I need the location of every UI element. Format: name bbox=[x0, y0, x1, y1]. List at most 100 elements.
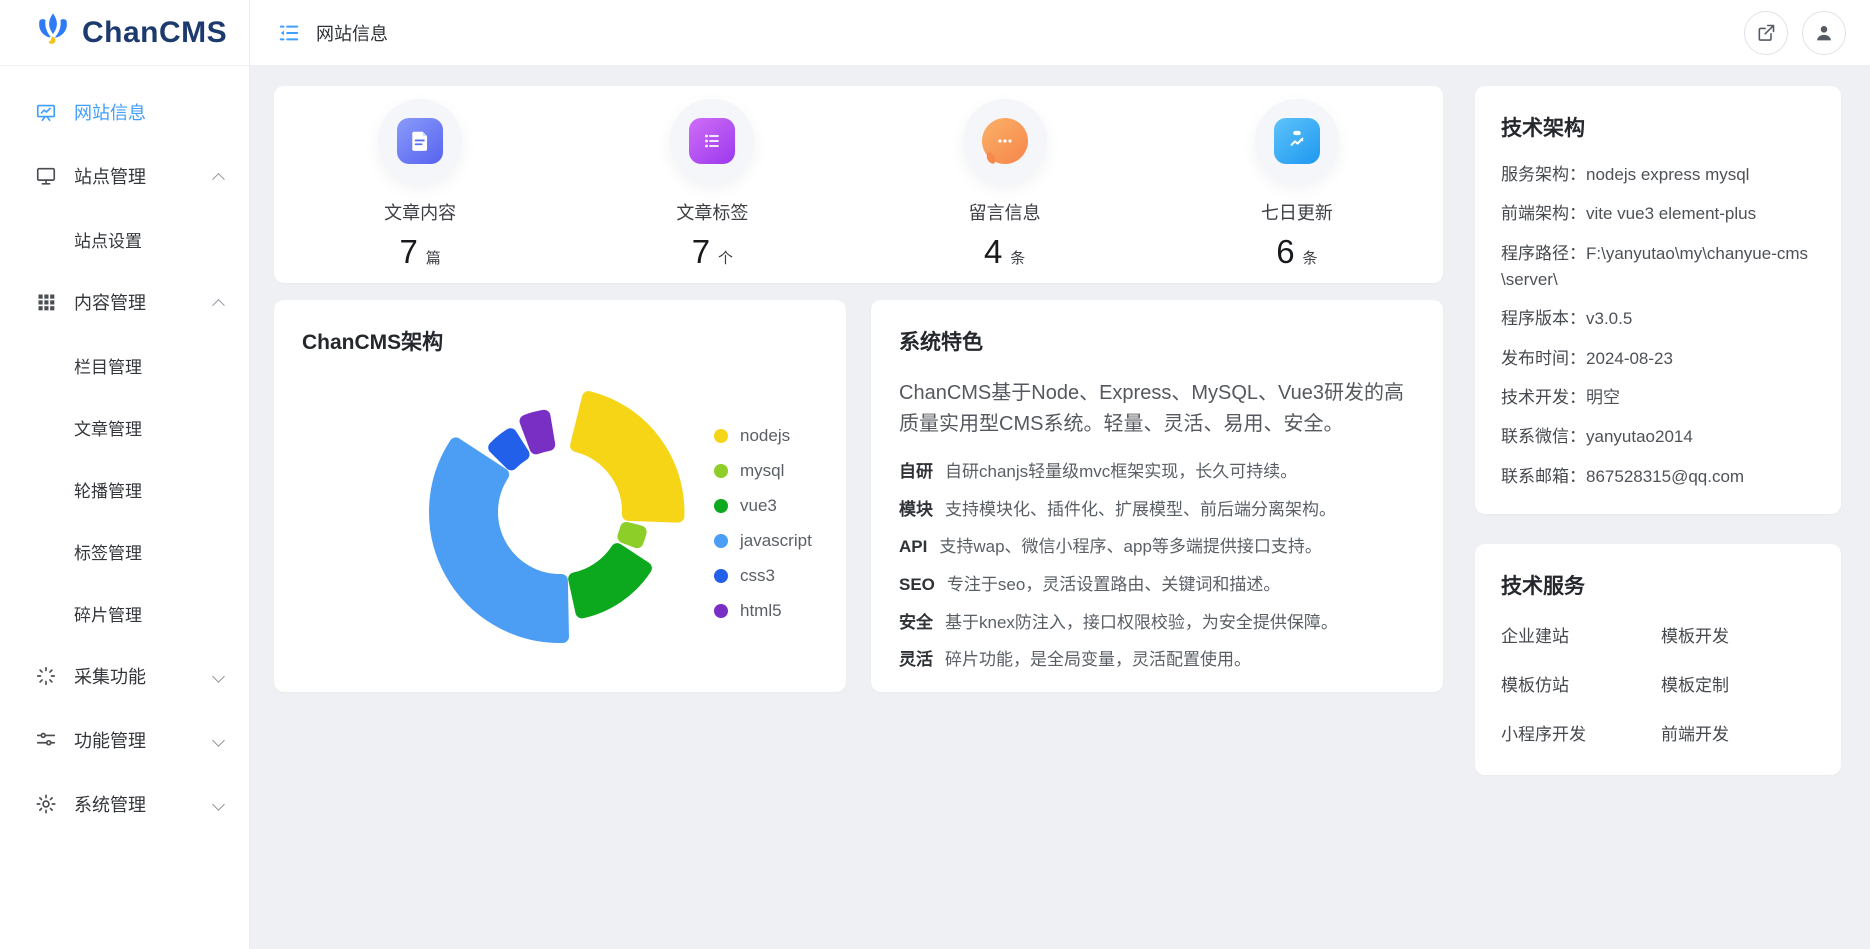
monitor-icon bbox=[34, 164, 58, 188]
sidebar-item-carousel-manage[interactable]: 轮播管理 bbox=[0, 458, 249, 520]
feature-tag: API bbox=[899, 537, 928, 557]
service-item: 模板开发 bbox=[1661, 627, 1729, 647]
feature-row: SEO 专注于seo，灵活设置路由、关键词和描述。 bbox=[899, 573, 1415, 598]
tech-arch-rows: 服务架构：nodejs express mysql 前端架构：vite vue3… bbox=[1501, 162, 1815, 490]
tech-service-grid: 企业建站 模板开发 模板仿站 模板定制 小程序开发 前端开发 bbox=[1501, 622, 1815, 745]
legend-label: nodejs bbox=[740, 425, 791, 445]
grid-icon bbox=[34, 290, 58, 314]
feature-tag: 安全 bbox=[899, 612, 933, 632]
trend-clipboard-icon bbox=[1273, 117, 1320, 164]
legend-item[interactable]: nodejs bbox=[714, 418, 812, 453]
sidebar-item-tag-manage[interactable]: 标签管理 bbox=[0, 520, 249, 582]
external-link-button[interactable] bbox=[1744, 10, 1788, 55]
stat-circle bbox=[1254, 98, 1339, 183]
stat-label: 文章内容 bbox=[384, 202, 457, 223]
feature-text: 支持wap、微信小程序、app等多端提供接口支持。 bbox=[939, 537, 1322, 557]
sidebar-item-content-manage[interactable]: 内容管理 bbox=[0, 270, 249, 334]
app-layout: ChanCMS 网站信息 站点管理 站点设置 内容管理 栏目管理 文章管理 轮播… bbox=[0, 0, 1870, 949]
sidebar-item-function-manage[interactable]: 功能管理 bbox=[0, 708, 249, 772]
legend-label: javascript bbox=[740, 530, 812, 550]
legend-item[interactable]: mysql bbox=[714, 453, 812, 488]
stat-value: 7 bbox=[691, 232, 711, 270]
stat-label: 七日更新 bbox=[1260, 202, 1333, 223]
tech-arch-row: 程序路径：F:\yanyutao\my\chanyue-cms\server\ bbox=[1501, 241, 1815, 294]
stat-circle bbox=[670, 98, 755, 183]
architecture-chart-card: ChanCMS架构 nodejs mysql vue3 javascript c… bbox=[274, 300, 846, 692]
legend-item[interactable]: javascript bbox=[714, 523, 812, 558]
feature-text: 碎片功能，是全局变量，灵活配置使用。 bbox=[945, 650, 1251, 670]
legend-dot bbox=[714, 603, 728, 618]
row-label: 服务架构： bbox=[1501, 165, 1586, 184]
tech-architecture-card: 技术架构 服务架构：nodejs express mysql 前端架构：vite… bbox=[1475, 86, 1841, 515]
row-value: 867528315@qq.com bbox=[1586, 466, 1745, 486]
tech-arch-row: 前端架构：vite vue3 element-plus bbox=[1501, 201, 1815, 227]
stat-unit: 条 bbox=[1302, 249, 1318, 267]
legend-label: vue3 bbox=[740, 495, 777, 515]
sidebar-item-label: 站点设置 bbox=[74, 231, 142, 251]
document-icon bbox=[397, 117, 444, 164]
legend-item[interactable]: css3 bbox=[714, 558, 812, 593]
stat-label: 文章标签 bbox=[676, 202, 749, 223]
tech-arch-row: 联系邮箱：867528315@qq.com bbox=[1501, 464, 1815, 490]
stat-unit: 个 bbox=[718, 249, 734, 267]
sidebar-item-fragment-manage[interactable]: 碎片管理 bbox=[0, 582, 249, 644]
service-item: 前端开发 bbox=[1661, 725, 1729, 745]
sidebar-item-collect[interactable]: 采集功能 bbox=[0, 644, 249, 708]
sidebar-item-label: 功能管理 bbox=[74, 731, 146, 751]
user-avatar-button[interactable] bbox=[1802, 10, 1846, 55]
legend-item[interactable]: vue3 bbox=[714, 488, 812, 523]
legend-dot bbox=[714, 568, 728, 583]
system-features-card: 系统特色 ChanCMS基于Node、Express、MySQL、Vue3研发的… bbox=[871, 300, 1443, 692]
row-label: 程序路径： bbox=[1501, 243, 1586, 263]
tech-arch-row: 服务架构：nodejs express mysql bbox=[1501, 162, 1815, 188]
sidebar-menu: 网站信息 站点管理 站点设置 内容管理 栏目管理 文章管理 轮播管理 标签管理 … bbox=[0, 66, 249, 836]
legend-label: css3 bbox=[740, 565, 775, 585]
service-item: 模板仿站 bbox=[1501, 676, 1569, 696]
sidebar-item-article-manage[interactable]: 文章管理 bbox=[0, 396, 249, 458]
dashboard-board-icon bbox=[34, 100, 58, 124]
feature-tag: SEO bbox=[899, 574, 935, 594]
feature-text: 基于knex防注入，接口权限校验，为安全提供保障。 bbox=[945, 612, 1338, 632]
sidebar-item-label: 栏目管理 bbox=[74, 357, 142, 377]
sidebar-item-site-info[interactable]: 网站信息 bbox=[0, 80, 249, 144]
sidebar-item-label: 标签管理 bbox=[74, 543, 142, 563]
sidebar-fold-icon[interactable] bbox=[278, 21, 302, 45]
tech-arch-row: 技术开发：明空 bbox=[1501, 385, 1815, 411]
row-value: vite vue3 element-plus bbox=[1586, 204, 1757, 224]
stat-label: 留言信息 bbox=[968, 202, 1041, 223]
chevron-up-icon bbox=[212, 172, 225, 186]
feature-row: 灵活 碎片功能，是全局变量，灵活配置使用。 bbox=[899, 648, 1415, 673]
stat-value: 4 bbox=[983, 232, 1003, 270]
features-title: 系统特色 bbox=[899, 331, 983, 354]
stat-messages: 留言信息 4 条 bbox=[962, 98, 1047, 271]
stat-article-content: 文章内容 7 篇 bbox=[378, 98, 463, 271]
feature-row: 安全 基于knex防注入，接口权限校验，为安全提供保障。 bbox=[899, 611, 1415, 636]
row-label: 联系微信： bbox=[1501, 427, 1586, 447]
chart-legend: nodejs mysql vue3 javascript css3 html5 bbox=[714, 418, 812, 628]
chat-bubble-icon bbox=[981, 117, 1028, 164]
row-value: 明空 bbox=[1586, 388, 1620, 408]
features-list: 自研 自研chanjs轻量级mvc框架实现，长久可持续。 模块 支持模块化、插件… bbox=[899, 460, 1415, 673]
main-content: 文章内容 7 篇 文章标签 7 个 留言信息 4 条 七日更新 6 条 Chan… bbox=[250, 66, 1870, 949]
sidebar-item-system-manage[interactable]: 系统管理 bbox=[0, 772, 249, 836]
breadcrumb[interactable]: 网站信息 bbox=[316, 20, 388, 46]
legend-item[interactable]: html5 bbox=[714, 593, 812, 628]
row-value: 2024-08-23 bbox=[1586, 348, 1673, 368]
service-item: 小程序开发 bbox=[1501, 725, 1586, 745]
row-value: nodejs express mysql bbox=[1586, 165, 1750, 184]
tech-arch-title: 技术架构 bbox=[1501, 117, 1585, 140]
sidebar-item-site-manage[interactable]: 站点管理 bbox=[0, 144, 249, 208]
sidebar-item-site-settings[interactable]: 站点设置 bbox=[0, 208, 249, 270]
stats-panel: 文章内容 7 篇 文章标签 7 个 留言信息 4 条 七日更新 6 条 bbox=[274, 86, 1443, 283]
stat-circle bbox=[378, 98, 463, 183]
row-label: 联系邮箱： bbox=[1501, 466, 1586, 486]
sidebar-item-column-manage[interactable]: 栏目管理 bbox=[0, 334, 249, 396]
tech-arch-row: 联系微信：yanyutao2014 bbox=[1501, 424, 1815, 450]
legend-label: mysql bbox=[740, 460, 785, 480]
stat-weekly-updates: 七日更新 6 条 bbox=[1254, 98, 1339, 271]
gear-icon bbox=[34, 792, 58, 816]
tech-service-title: 技术服务 bbox=[1501, 575, 1585, 599]
feature-row: 模块 支持模块化、插件化、扩展模型、前后端分离架构。 bbox=[899, 498, 1415, 523]
stat-value: 7 bbox=[399, 232, 418, 270]
logo[interactable]: ChanCMS bbox=[0, 0, 249, 66]
